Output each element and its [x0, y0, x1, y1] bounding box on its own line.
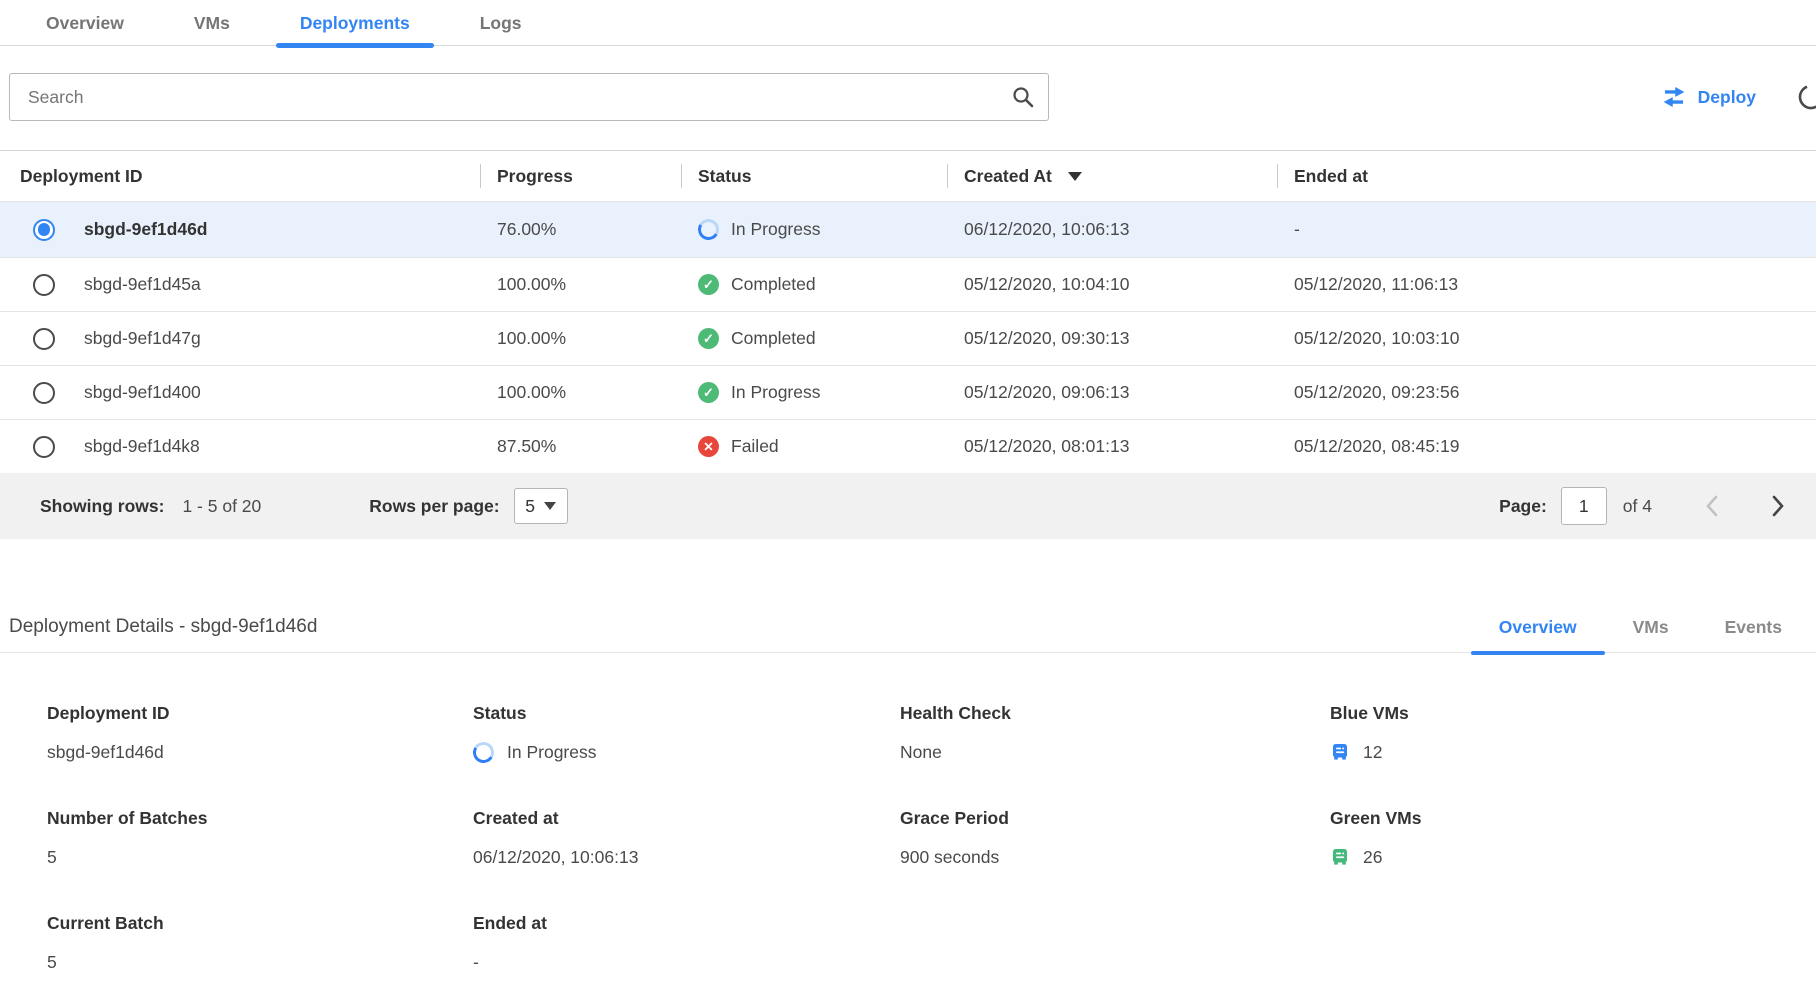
column-header-progress[interactable]: Progress [480, 151, 681, 201]
pagination-bar: Showing rows: 1 - 5 of 20 Rows per page:… [0, 473, 1816, 539]
vm-icon [1330, 847, 1350, 867]
tab-vms[interactable]: VMs [170, 0, 254, 46]
details-header: Deployment Details - sbgd-9ef1d46d Overv… [0, 601, 1816, 653]
details-tab-bar: Overview VMs Events [1471, 601, 1810, 653]
tab-deployments[interactable]: Deployments [276, 0, 434, 46]
tab-overview[interactable]: Overview [22, 0, 148, 46]
field-health-check: Health Check None [900, 703, 1330, 764]
status-label: Completed [731, 274, 816, 295]
details-overview-grid: Deployment ID sbgd-9ef1d46d Status In Pr… [0, 653, 1816, 974]
column-header-ended-at[interactable]: Ended at [1277, 151, 1816, 201]
status-label: In Progress [731, 382, 820, 403]
table-header: Deployment ID Progress Status Created At… [0, 151, 1816, 201]
progress-value: 100.00% [480, 328, 681, 349]
details-tab-overview[interactable]: Overview [1471, 601, 1605, 653]
vm-icon [1330, 742, 1350, 762]
table-row[interactable]: sbgd-9ef1d45a 100.00% Completed 05/12/20… [0, 257, 1816, 311]
next-page-button[interactable] [1771, 494, 1786, 518]
created-at-value: 05/12/2020, 10:04:10 [947, 274, 1277, 295]
field-green-vms: Green VMs 26 [1330, 808, 1816, 869]
status-in-progress-icon [471, 739, 497, 765]
details-title: Deployment Details - sbgd-9ef1d46d [9, 616, 317, 638]
field-status: Status In Progress [473, 703, 900, 764]
progress-value: 100.00% [480, 382, 681, 403]
status-label: Completed [731, 328, 816, 349]
table-row[interactable]: sbgd-9ef1d400 100.00% In Progress 05/12/… [0, 365, 1816, 419]
created-at-value: 05/12/2020, 09:06:13 [947, 382, 1277, 403]
row-radio-button[interactable] [33, 436, 55, 458]
column-header-status[interactable]: Status [681, 151, 947, 201]
page-total: of 4 [1623, 496, 1652, 517]
deployment-id: sbgd-9ef1d45a [84, 274, 201, 295]
column-header-deployment-id[interactable]: Deployment ID [0, 151, 480, 201]
rows-per-page-label: Rows per page: [369, 496, 499, 517]
tab-logs[interactable]: Logs [456, 0, 546, 46]
row-radio-button[interactable] [33, 382, 55, 404]
status-completed-icon [698, 328, 719, 349]
details-tab-vms[interactable]: VMs [1605, 601, 1697, 653]
status-failed-icon [698, 436, 719, 457]
deployments-toolbar: Deploy [0, 46, 1816, 130]
ended-at-value: - [1277, 219, 1816, 240]
created-at-value: 05/12/2020, 09:30:13 [947, 328, 1277, 349]
deployment-id: sbgd-9ef1d47g [84, 328, 201, 349]
details-tab-events[interactable]: Events [1697, 601, 1810, 653]
deploy-button-label: Deploy [1698, 87, 1756, 108]
showing-rows-value: 1 - 5 of 20 [182, 496, 261, 517]
table-row[interactable]: sbgd-9ef1d46d 76.00% In Progress 06/12/2… [0, 201, 1816, 257]
ended-at-value: 05/12/2020, 10:03:10 [1277, 328, 1816, 349]
status-in-progress-icon [696, 217, 722, 243]
page-label: Page: [1499, 496, 1547, 517]
status-label: Failed [731, 436, 779, 457]
table-row[interactable]: sbgd-9ef1d47g 100.00% Completed 05/12/20… [0, 311, 1816, 365]
field-current-batch: Current Batch 5 [47, 913, 473, 974]
showing-rows-label: Showing rows: [40, 496, 164, 517]
main-tab-bar: Overview VMs Deployments Logs [0, 0, 1816, 46]
rows-per-page-select[interactable]: 5 [514, 488, 568, 524]
status-completed-icon [698, 382, 719, 403]
deployment-id: sbgd-9ef1d46d [84, 219, 208, 240]
sort-descending-icon[interactable] [1068, 172, 1082, 181]
deployments-table: Deployment ID Progress Status Created At… [0, 150, 1816, 539]
status-completed-icon [698, 274, 719, 295]
column-header-created-at[interactable]: Created At [947, 151, 1277, 201]
search-input[interactable] [9, 73, 1049, 121]
row-radio-button[interactable] [33, 274, 55, 296]
previous-page-button[interactable] [1704, 494, 1719, 518]
field-ended-at: Ended at - [473, 913, 900, 974]
deploy-button[interactable]: Deploy [1661, 86, 1756, 108]
chevron-down-icon [544, 502, 556, 510]
deployment-id: sbgd-9ef1d400 [84, 382, 201, 403]
page-number-input[interactable] [1561, 487, 1607, 525]
status-label: In Progress [731, 219, 820, 240]
search-icon[interactable] [1011, 85, 1035, 109]
field-blue-vms: Blue VMs 12 [1330, 703, 1816, 764]
field-deployment-id: Deployment ID sbgd-9ef1d46d [47, 703, 473, 764]
ended-at-value: 05/12/2020, 08:45:19 [1277, 436, 1816, 457]
deployment-id: sbgd-9ef1d4k8 [84, 436, 200, 457]
field-created-at: Created at 06/12/2020, 10:06:13 [473, 808, 900, 869]
row-radio-button[interactable] [33, 328, 55, 350]
ended-at-value: 05/12/2020, 11:06:13 [1277, 274, 1816, 295]
field-grace-period: Grace Period 900 seconds [900, 808, 1330, 869]
table-row[interactable]: sbgd-9ef1d4k8 87.50% Failed 05/12/2020, … [0, 419, 1816, 473]
created-at-value: 05/12/2020, 08:01:13 [947, 436, 1277, 457]
ended-at-value: 05/12/2020, 09:23:56 [1277, 382, 1816, 403]
row-radio-button[interactable] [33, 219, 55, 241]
progress-value: 87.50% [480, 436, 681, 457]
progress-value: 100.00% [480, 274, 681, 295]
swap-arrows-icon [1661, 86, 1687, 108]
progress-value: 76.00% [480, 219, 681, 240]
created-at-value: 06/12/2020, 10:06:13 [947, 219, 1277, 240]
field-number-of-batches: Number of Batches 5 [47, 808, 473, 869]
refresh-icon[interactable] [1794, 79, 1816, 115]
